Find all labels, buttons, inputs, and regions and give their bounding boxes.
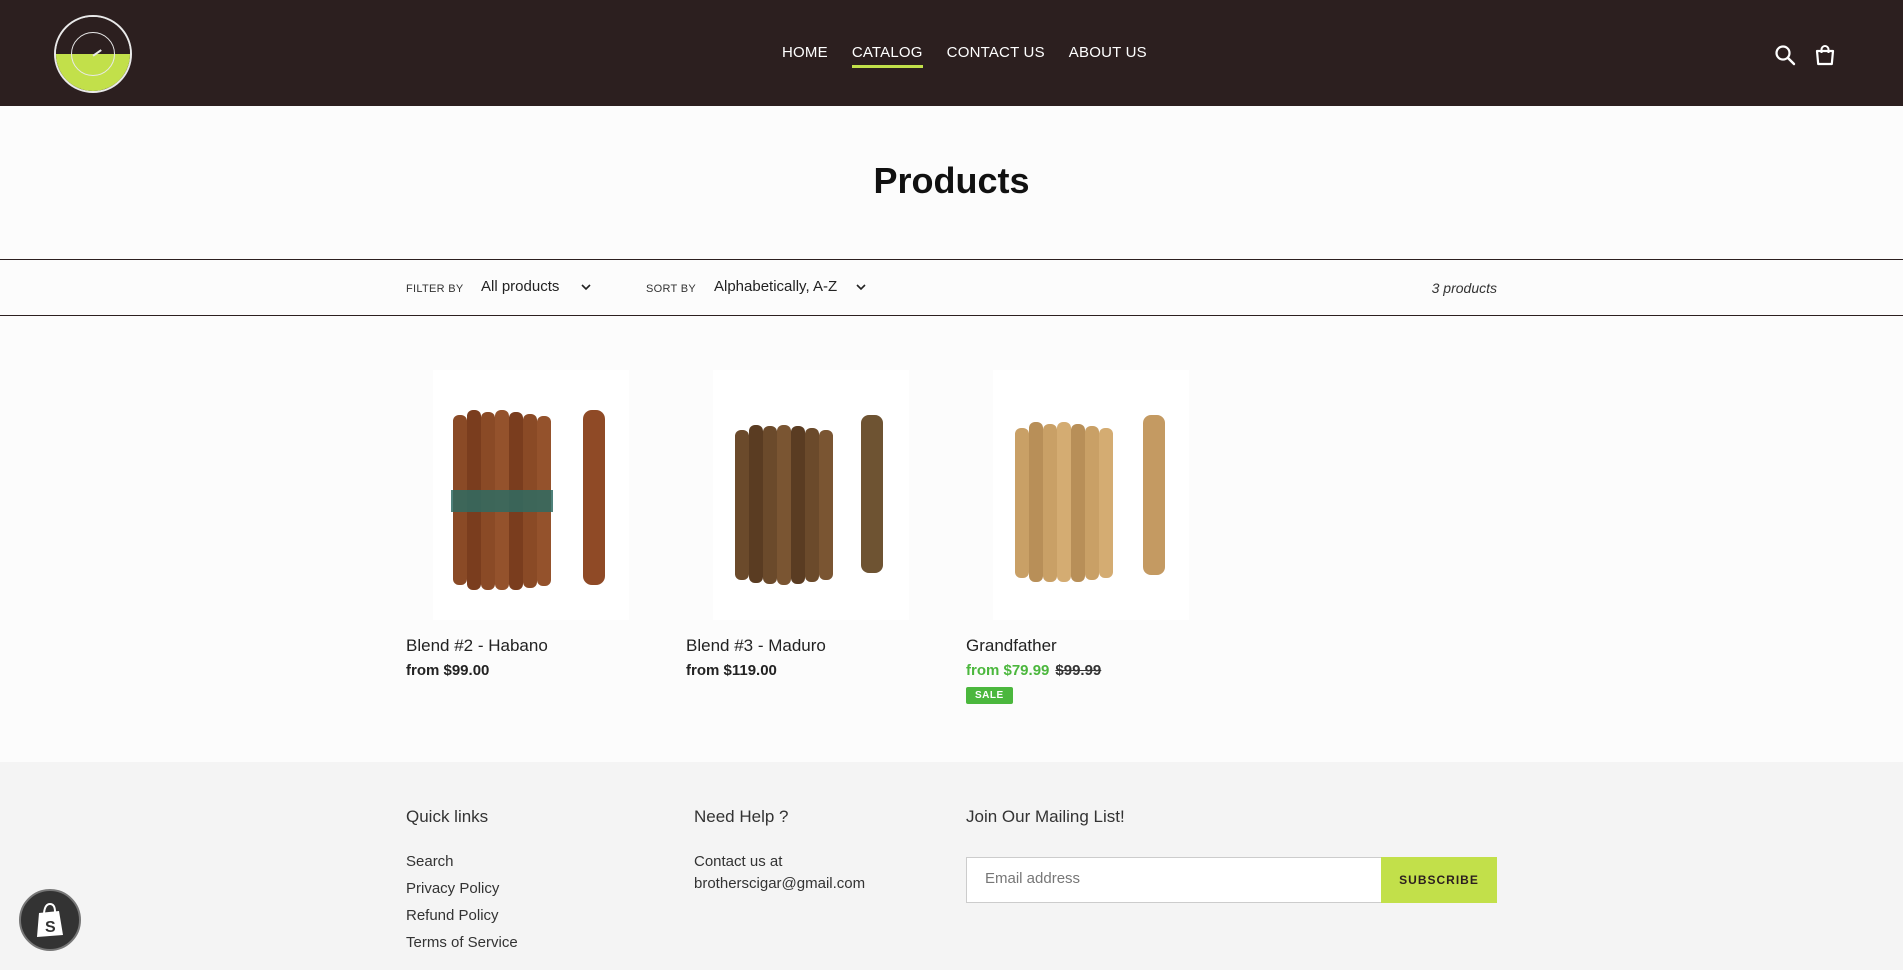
product-card[interactable]: Blend #2 - Habano from $99.00 xyxy=(406,370,656,679)
cigar-bundle-habano xyxy=(451,410,605,590)
help-title: Need Help ? xyxy=(694,807,789,826)
footer-link-privacy-policy[interactable]: Privacy Policy xyxy=(406,880,499,897)
product-price: from $119.00 xyxy=(686,662,777,679)
product-card[interactable]: Blend #3 - Maduro from $119.00 xyxy=(686,370,936,679)
product-image[interactable] xyxy=(433,370,629,620)
nav-home[interactable]: HOME xyxy=(782,44,828,68)
cigar-bundle-grandfather xyxy=(1015,415,1165,582)
main-nav: HOME CATALOG CONTACT US ABOUT US xyxy=(782,44,1147,68)
product-title[interactable]: Grandfather xyxy=(966,636,1216,656)
help-email[interactable]: brotherscigar@gmail.com xyxy=(694,875,865,892)
shopping-bag-icon: S xyxy=(37,902,63,937)
page-title: Products xyxy=(873,160,1030,201)
cart-icon[interactable] xyxy=(1813,43,1837,67)
help-text: Contact us at xyxy=(694,853,783,870)
product-price: from $99.00 xyxy=(406,662,490,679)
sort-label: SORT BY xyxy=(646,283,696,295)
site-header: HOME CATALOG CONTACT US ABOUT US xyxy=(0,0,1903,106)
search-icon[interactable] xyxy=(1773,43,1797,67)
svg-text:S: S xyxy=(45,919,56,936)
mailing-list-title: Join Our Mailing List! xyxy=(966,807,1125,826)
product-title[interactable]: Blend #2 - Habano xyxy=(406,636,656,656)
site-footer: Quick links Search Privacy Policy Refund… xyxy=(0,762,1903,970)
sale-price: from $79.99 xyxy=(966,662,1050,679)
nav-catalog[interactable]: CATALOG xyxy=(851,44,923,68)
footer-link-search[interactable]: Search xyxy=(406,853,454,870)
product-image[interactable] xyxy=(993,370,1189,620)
footer-link-terms-of-service[interactable]: Terms of Service xyxy=(406,934,518,951)
product-title[interactable]: Blend #3 - Maduro xyxy=(686,636,936,656)
subscribe-button[interactable]: SUBSCRIBE xyxy=(1381,857,1497,903)
nav-contact-us[interactable]: CONTACT US xyxy=(947,44,1045,68)
chevron-down-icon xyxy=(856,284,866,291)
collection-filter-bar: FILTER BY All products SORT BY Alphabeti… xyxy=(0,259,1903,316)
chevron-down-icon xyxy=(581,284,591,291)
product-count: 3 products xyxy=(1431,280,1497,296)
product-image[interactable] xyxy=(713,370,909,620)
brand-logo[interactable] xyxy=(54,15,132,93)
filter-select[interactable]: All products xyxy=(481,278,559,295)
sort-select[interactable]: Alphabetically, A-Z xyxy=(714,278,837,295)
product-price: from $79.99 $99.99 xyxy=(966,662,1216,679)
footer-link-refund-policy[interactable]: Refund Policy xyxy=(406,907,499,924)
cigar-bundle-maduro xyxy=(735,415,883,585)
shopify-bag-button[interactable]: S xyxy=(19,889,81,951)
quick-links-title: Quick links xyxy=(406,807,489,826)
compare-price: $99.99 xyxy=(1055,662,1102,679)
filter-label: FILTER BY xyxy=(406,283,464,295)
sale-badge: SALE xyxy=(966,687,1013,704)
nav-about-us[interactable]: ABOUT US xyxy=(1069,44,1147,68)
product-card[interactable]: Grandfather from $79.99 $99.99 SALE xyxy=(966,370,1216,704)
email-input[interactable]: Email address xyxy=(966,857,1382,903)
